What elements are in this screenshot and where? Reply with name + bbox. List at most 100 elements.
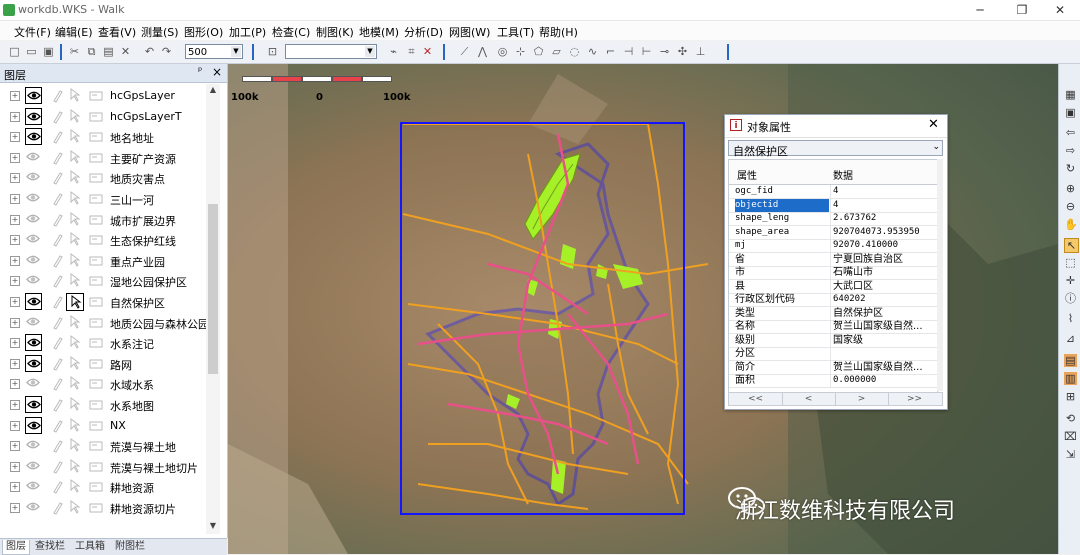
select-cursor-icon[interactable]: [66, 231, 84, 249]
menu-check[interactable]: 检查(C): [272, 24, 310, 40]
layer-row[interactable]: + 地名地址: [0, 127, 205, 147]
select-cursor-icon[interactable]: [66, 458, 84, 476]
attribute-row[interactable]: objectid 4: [729, 198, 937, 213]
menu-process[interactable]: 加工(P): [229, 24, 266, 40]
scale-select[interactable]: 500 ▼: [185, 44, 243, 59]
visibility-eye-icon[interactable]: [25, 416, 42, 434]
attribute-row[interactable]: mj 92070.410000: [729, 239, 937, 253]
label-tag-icon[interactable]: [89, 171, 103, 184]
redo-icon[interactable]: ↷: [160, 45, 173, 58]
layer-row[interactable]: + NX: [0, 416, 205, 436]
edit-pencil-icon[interactable]: [51, 439, 63, 453]
select-cursor-icon[interactable]: [66, 499, 84, 517]
zoom-in-icon[interactable]: ⊕: [1064, 182, 1077, 195]
pin-icon[interactable]: ᵖ: [198, 66, 202, 77]
edit-pencil-icon[interactable]: [51, 274, 63, 289]
attribute-row[interactable]: 市 石嘴山市: [729, 266, 937, 280]
expand-icon[interactable]: +: [10, 173, 20, 184]
close-button[interactable]: ✕: [1040, 0, 1080, 20]
paste-icon[interactable]: ▤: [102, 45, 115, 58]
delete-feature-icon[interactable]: ✕: [421, 45, 434, 58]
select-cursor-icon[interactable]: [66, 437, 84, 455]
layer-row[interactable]: + 三山一河: [0, 189, 205, 209]
next-record-button[interactable]: >: [835, 393, 889, 405]
attribute-value[interactable]: 92070.410000: [830, 239, 935, 252]
attribute-row[interactable]: shape_area 920704073.953950: [729, 225, 937, 240]
attribute-row[interactable]: 省 宁夏回族自治区: [729, 252, 937, 267]
menu-terrain[interactable]: 地模(M): [359, 24, 399, 40]
select-cursor-icon[interactable]: [66, 272, 84, 290]
attribute-row[interactable]: 面积 0.000000: [729, 374, 937, 388]
clip-icon[interactable]: ⌧: [1064, 430, 1077, 443]
dialog-close-button[interactable]: ✕: [928, 117, 939, 132]
layer-row[interactable]: + 主要矿产资源: [0, 148, 205, 168]
select-cursor-icon[interactable]: [66, 478, 84, 496]
label-tag-icon[interactable]: [89, 439, 103, 452]
select-cursor-icon[interactable]: [66, 396, 84, 414]
label-tag-icon[interactable]: [89, 130, 103, 143]
label-tag-icon[interactable]: [89, 460, 103, 473]
attribute-value[interactable]: 4: [830, 185, 935, 198]
visibility-eye-icon[interactable]: [25, 499, 42, 516]
attribute-value[interactable]: 大武口区: [830, 279, 935, 293]
attribute-value[interactable]: 640202: [830, 293, 935, 306]
edit-pencil-icon[interactable]: [51, 192, 63, 206]
edit-pencil-icon[interactable]: [51, 501, 63, 515]
edit-vertex-icon[interactable]: ⌗: [405, 45, 418, 58]
visibility-eye-icon[interactable]: [25, 252, 42, 269]
menu-help[interactable]: 帮助(H): [539, 24, 578, 40]
edit-pencil-icon[interactable]: [51, 377, 63, 392]
expand-icon[interactable]: +: [10, 482, 20, 493]
layer-color-icon[interactable]: ▥: [1064, 372, 1077, 385]
visibility-eye-icon[interactable]: [25, 128, 42, 146]
visibility-eye-icon[interactable]: [25, 107, 42, 125]
edit-pencil-icon[interactable]: [51, 460, 63, 474]
back-icon[interactable]: ⇦: [1064, 126, 1077, 139]
layer-row[interactable]: + 水域水系: [0, 374, 205, 394]
layer-pick-icon[interactable]: ⊡: [266, 45, 279, 58]
layer-row[interactable]: + 地质公园与森林公园: [0, 313, 209, 333]
attribute-value[interactable]: 2.673762: [830, 212, 935, 225]
crosshair-icon[interactable]: ✛: [1064, 274, 1077, 287]
visibility-eye-icon[interactable]: [25, 190, 42, 207]
attribute-row[interactable]: 名称 贺兰山国家级自然...: [729, 320, 937, 334]
gps-icon[interactable]: ◎: [496, 45, 509, 58]
expand-icon[interactable]: +: [10, 503, 20, 513]
attach-icon[interactable]: ⌇: [1064, 312, 1077, 325]
grid-icon[interactable]: ⊞: [1064, 390, 1077, 403]
edit-pencil-icon[interactable]: [51, 295, 63, 309]
visibility-eye-icon[interactable]: [25, 437, 42, 454]
cut-icon[interactable]: ✂: [68, 45, 81, 58]
edit-pencil-icon[interactable]: [51, 233, 63, 247]
new-file-icon[interactable]: □: [8, 45, 21, 58]
select-cursor-icon[interactable]: [66, 334, 84, 352]
select-cursor-icon[interactable]: [66, 149, 84, 167]
rotate-icon[interactable]: ⟲: [1064, 412, 1077, 425]
label-tag-icon[interactable]: [89, 254, 103, 267]
select-box-icon[interactable]: ⬚: [1064, 256, 1077, 269]
edit-pencil-icon[interactable]: [51, 419, 63, 433]
draw-polyline-icon[interactable]: ⋀: [476, 45, 489, 58]
pan-hand-icon[interactable]: ✋: [1064, 218, 1078, 231]
select-cursor-icon[interactable]: [66, 190, 84, 208]
label-tag-icon[interactable]: [89, 501, 103, 514]
layer-row[interactable]: + hcGpsLayer: [0, 86, 205, 106]
measure-area-icon[interactable]: ⊿: [1064, 332, 1077, 345]
layer-row[interactable]: + 荒漠与裸土地切片: [0, 457, 205, 477]
full-extent-icon[interactable]: ▣: [1064, 106, 1077, 119]
expand-icon[interactable]: +: [10, 111, 20, 122]
expand-icon[interactable]: +: [10, 276, 20, 287]
edit-pencil-icon[interactable]: [51, 151, 63, 165]
attribute-value[interactable]: 国家级: [830, 333, 935, 347]
select-arrow-icon[interactable]: ↖: [1064, 238, 1079, 253]
draw-point-icon[interactable]: ⊹: [514, 45, 527, 58]
layer-style-icon[interactable]: ▤: [1064, 354, 1077, 367]
attribute-row[interactable]: 行政区划代码 640202: [729, 293, 937, 307]
attribute-grid-scrollbar[interactable]: [937, 159, 943, 391]
label-tag-icon[interactable]: [89, 151, 103, 164]
visibility-eye-icon[interactable]: [25, 478, 42, 495]
draw-polygon-icon[interactable]: ⬠: [532, 45, 545, 58]
feature-layer-select[interactable]: 自然保护区 ⌄: [728, 140, 943, 158]
expand-icon[interactable]: +: [10, 338, 20, 349]
layer-row[interactable]: + 路网: [0, 354, 205, 374]
